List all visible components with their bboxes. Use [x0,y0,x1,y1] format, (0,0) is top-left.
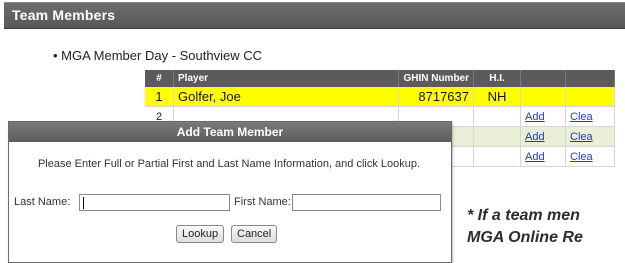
add-team-member-dialog: Add Team Member Please Enter Full or Par… [8,121,452,263]
event-name: • MGA Member Day - Southview CC [53,48,262,63]
header-handicap-index: H.I. [473,70,521,87]
lookup-button[interactable]: Lookup [176,225,225,243]
clear-cell [565,87,615,107]
ghin-number: 8717637 [398,87,474,107]
add-player-link[interactable]: Add [525,151,545,163]
clear-player-link[interactable]: Clea [570,131,593,143]
text-cursor [83,197,84,209]
player-name: Golfer, Joe [173,87,399,107]
cancel-button[interactable]: Cancel [231,225,278,243]
clear-player-link[interactable]: Clea [570,151,593,163]
first-name-field[interactable] [292,194,441,211]
header-player: Player [173,70,399,87]
header-number: # [145,70,174,87]
header-ghin-number: GHIN Number [398,70,474,87]
clear-player-link[interactable]: Clea [570,111,593,123]
handicap-index [473,126,521,147]
last-name-label: Last Name: [14,196,71,208]
dialog-title: Add Team Member [9,122,451,142]
add-player-link[interactable]: Add [525,131,545,143]
first-name-label: First Name: [234,196,291,208]
header-clear [565,70,615,87]
footnote-line-1: * If a team men [467,207,580,224]
add-player-link[interactable]: Add [525,111,545,123]
handicap-index: NH [473,87,521,107]
handicap-index [473,106,521,127]
handicap-index [473,146,521,167]
footnote: * If a team men MGA Online Re [467,205,583,249]
table-header-row: # Player GHIN Number H.I. [145,70,615,87]
footnote-line-2: MGA Online Re [467,229,583,246]
row-number: 1 [145,87,174,107]
last-name-field[interactable] [79,194,230,211]
table-row: 1 Golfer, Joe 8717637 NH [145,87,615,107]
header-add [520,70,566,87]
panel-title: Team Members [12,7,116,23]
dialog-instructions: Please Enter Full or Partial First and L… [37,158,421,170]
add-cell [520,87,566,107]
team-members-header: Team Members [4,2,625,29]
